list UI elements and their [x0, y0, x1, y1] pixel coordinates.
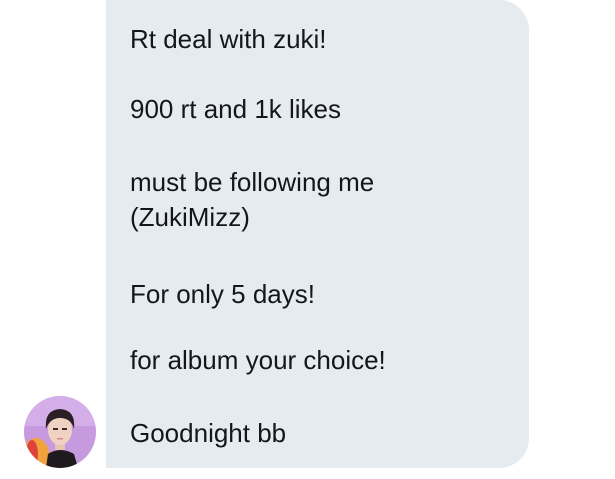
- message-line-handle: (ZukiMizz): [130, 202, 250, 232]
- dm-conversation: Rt deal with zuki! 900 rt and 1k likes m…: [0, 0, 615, 479]
- message-line-prize: for album your choice!: [130, 345, 386, 375]
- sender-avatar[interactable]: [24, 396, 96, 468]
- message-line-requirement: must be following me: [130, 167, 375, 197]
- message-line-duration: For only 5 days!: [130, 279, 315, 309]
- avatar-photo-icon: [24, 396, 96, 468]
- message-line-goal: 900 rt and 1k likes: [130, 94, 342, 124]
- message-line-signoff: Goodnight bb: [130, 418, 287, 448]
- message-bubble[interactable]: [106, 0, 529, 468]
- message-line-deal: Rt deal with zuki!: [130, 24, 327, 54]
